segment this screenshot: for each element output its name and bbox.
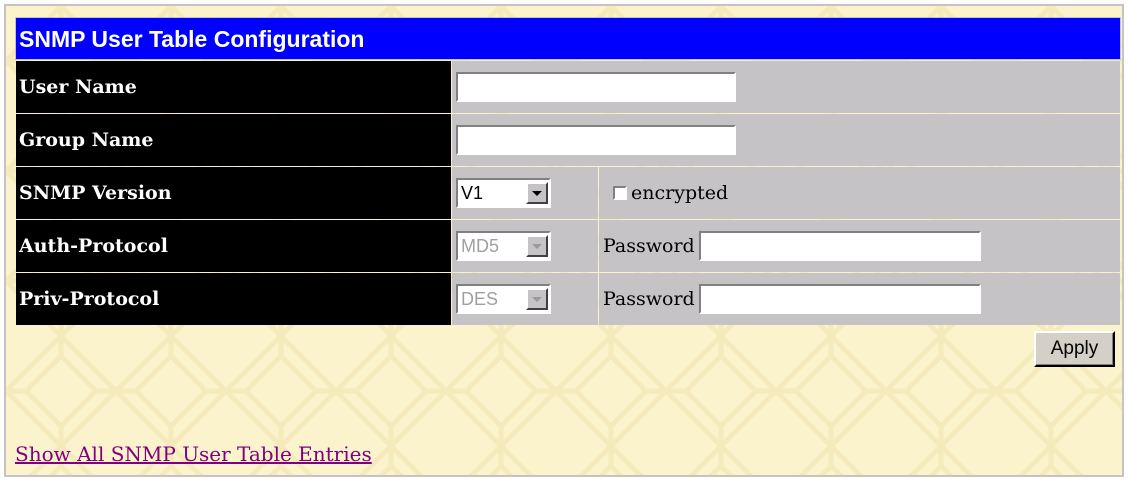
- priv-password-label: Password: [603, 288, 695, 310]
- row-user-name: User Name: [16, 61, 1120, 113]
- row-auth-protocol: Auth-Protocol MD5 Password: [16, 220, 1120, 272]
- snmp-version-value: V1: [461, 182, 484, 203]
- config-table: User Name Group Name SNMP Version V1 enc…: [15, 60, 1121, 326]
- encrypted-label: encrypted: [631, 182, 729, 204]
- label-priv-protocol: Priv-Protocol: [16, 273, 451, 325]
- row-priv-protocol: Priv-Protocol DES Password: [16, 273, 1120, 325]
- label-auth-protocol: Auth-Protocol: [16, 220, 451, 272]
- label-snmp-version: SNMP Version: [16, 167, 451, 219]
- page-title: SNMP User Table Configuration: [15, 17, 1121, 60]
- snmp-version-select[interactable]: V1: [456, 178, 551, 208]
- chevron-down-icon[interactable]: [526, 288, 548, 310]
- chevron-down-icon[interactable]: [526, 235, 548, 257]
- auth-protocol-value: MD5: [461, 235, 500, 256]
- auth-password-label: Password: [603, 235, 695, 257]
- config-panel: SNMP User Table Configuration User Name …: [4, 4, 1124, 477]
- auth-password-input[interactable]: [698, 231, 981, 261]
- auth-protocol-select[interactable]: MD5: [456, 231, 551, 261]
- show-all-entries-link[interactable]: Show All SNMP User Table Entries: [15, 442, 372, 466]
- encrypted-checkbox[interactable]: [613, 186, 627, 200]
- apply-button[interactable]: Apply: [1034, 331, 1115, 367]
- priv-protocol-select[interactable]: DES: [456, 284, 551, 314]
- priv-protocol-value: DES: [461, 288, 499, 309]
- user-name-input[interactable]: [456, 72, 736, 102]
- row-group-name: Group Name: [16, 114, 1120, 166]
- chevron-down-icon[interactable]: [526, 182, 548, 204]
- label-user-name: User Name: [16, 61, 451, 113]
- group-name-input[interactable]: [456, 125, 736, 155]
- row-snmp-version: SNMP Version V1 encrypted: [16, 167, 1120, 219]
- priv-password-input[interactable]: [698, 284, 981, 314]
- label-group-name: Group Name: [16, 114, 451, 166]
